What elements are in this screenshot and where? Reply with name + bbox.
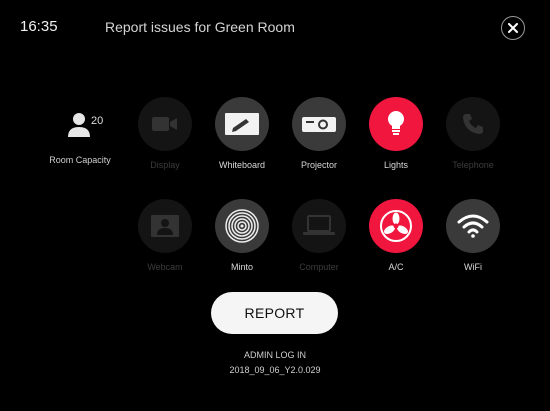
device-label: Projector	[300, 160, 337, 170]
webcam-icon	[151, 215, 179, 237]
admin-login-link[interactable]: ADMIN LOG IN	[0, 350, 550, 360]
minto-speaker-icon	[225, 209, 259, 243]
device-label: A/C	[388, 262, 404, 272]
device-telephone[interactable]: Telephone	[437, 97, 509, 170]
laptop-icon	[303, 215, 335, 235]
device-whiteboard[interactable]: Whiteboard	[206, 97, 278, 170]
device-minto[interactable]: Minto	[206, 199, 278, 272]
clock: 16:35	[20, 18, 58, 35]
device-label: Minto	[230, 262, 253, 272]
device-label: Computer	[299, 262, 339, 272]
device-label: Lights	[383, 160, 409, 170]
device-label: WiFi	[464, 262, 482, 272]
device-label: Webcam	[147, 262, 183, 272]
whiteboard-icon	[225, 113, 259, 135]
telephone-icon	[463, 114, 483, 134]
fan-icon	[380, 210, 412, 242]
capacity-count: 20	[91, 115, 104, 127]
device-label: Display	[150, 160, 180, 170]
person-icon	[68, 113, 90, 137]
capacity-label: Room Capacity	[49, 155, 111, 165]
close-icon	[508, 23, 518, 33]
device-label: Telephone	[452, 160, 494, 170]
wifi-icon	[457, 214, 489, 238]
device-ac[interactable]: A/C	[360, 199, 432, 272]
video-camera-icon	[152, 117, 177, 131]
version-label: 2018_09_06_Y2.0.029	[229, 365, 321, 375]
lightbulb-icon	[388, 111, 404, 135]
device-computer[interactable]: Computer	[283, 199, 355, 272]
device-webcam[interactable]: Webcam	[129, 199, 201, 272]
device-display[interactable]: Display	[129, 97, 201, 170]
report-button[interactable]: REPORT	[211, 292, 338, 334]
projector-icon	[302, 117, 336, 132]
device-projector[interactable]: Projector	[283, 97, 355, 170]
close-button[interactable]	[501, 16, 525, 40]
device-lights[interactable]: Lights	[360, 97, 432, 170]
device-wifi[interactable]: WiFi	[437, 199, 509, 272]
device-label: Whiteboard	[218, 160, 266, 170]
page-title: Report issues for Green Room	[105, 19, 295, 35]
